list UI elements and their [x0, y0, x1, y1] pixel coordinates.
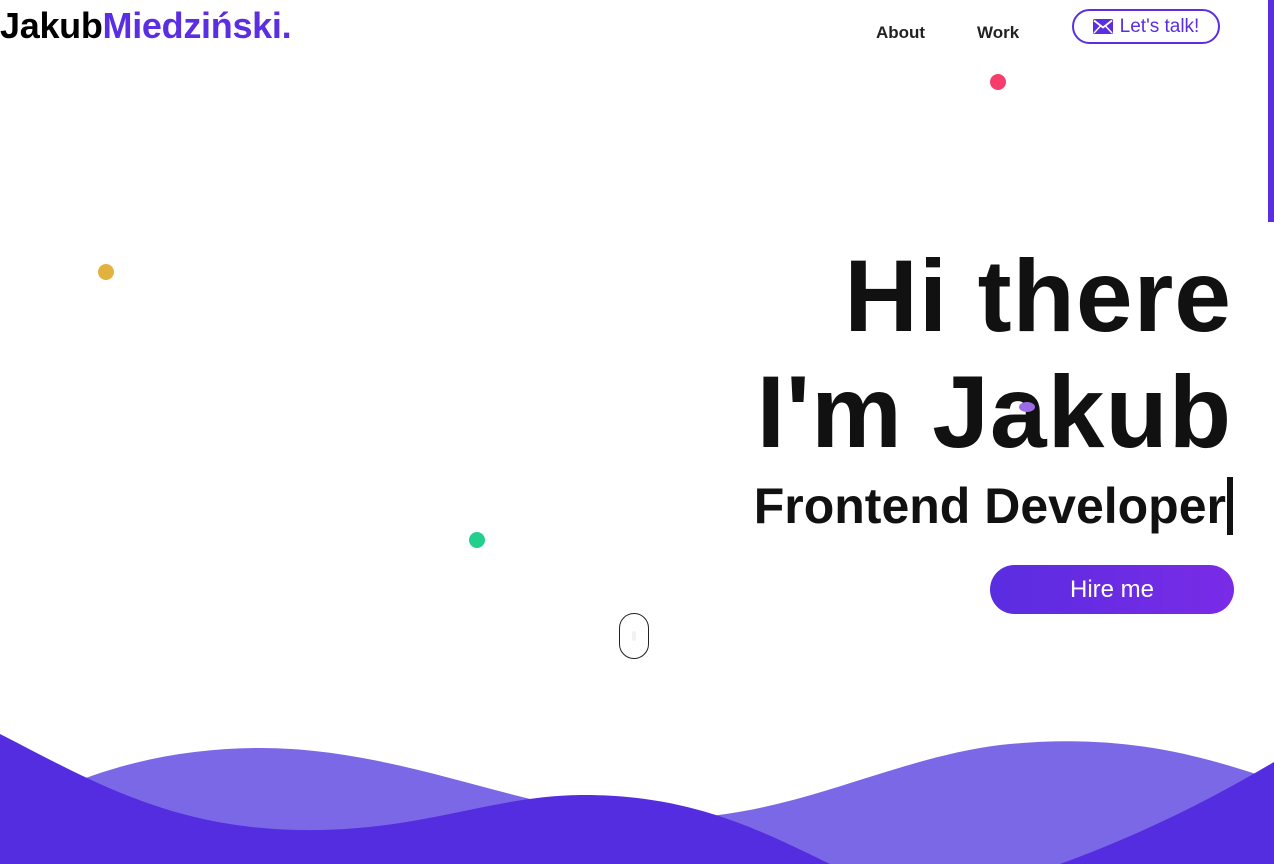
wave-decoration: [0, 734, 1274, 864]
decorative-dot-red: [990, 74, 1006, 90]
nav-work-link[interactable]: Work: [977, 23, 1019, 43]
scroll-progress-indicator: [1268, 0, 1274, 222]
logo-first-name: Jakub: [0, 5, 103, 46]
decorative-dot-yellow: [98, 264, 114, 280]
page: JakubMiedziński. About Work Let's talk! …: [0, 0, 1274, 864]
envelope-icon: [1092, 19, 1113, 34]
nav-about-link[interactable]: About: [876, 23, 925, 43]
decorative-dot-purple: [1019, 402, 1035, 412]
mouse-scroll-icon[interactable]: [619, 613, 649, 659]
mouse-wheel: [632, 631, 636, 641]
hero-greeting: Hi there: [844, 239, 1232, 353]
hero-role: Frontend Developer: [753, 478, 1226, 534]
decorative-dot-green: [469, 532, 485, 548]
hero-name: I'm Jakub: [756, 355, 1232, 469]
lets-talk-button[interactable]: Let's talk!: [1072, 9, 1220, 44]
hire-me-button[interactable]: Hire me: [990, 565, 1234, 614]
lets-talk-label: Let's talk!: [1119, 15, 1200, 37]
site-logo[interactable]: JakubMiedziński.: [0, 5, 292, 46]
typing-cursor: [1227, 477, 1233, 535]
logo-last-name: Miedziński.: [102, 5, 292, 46]
